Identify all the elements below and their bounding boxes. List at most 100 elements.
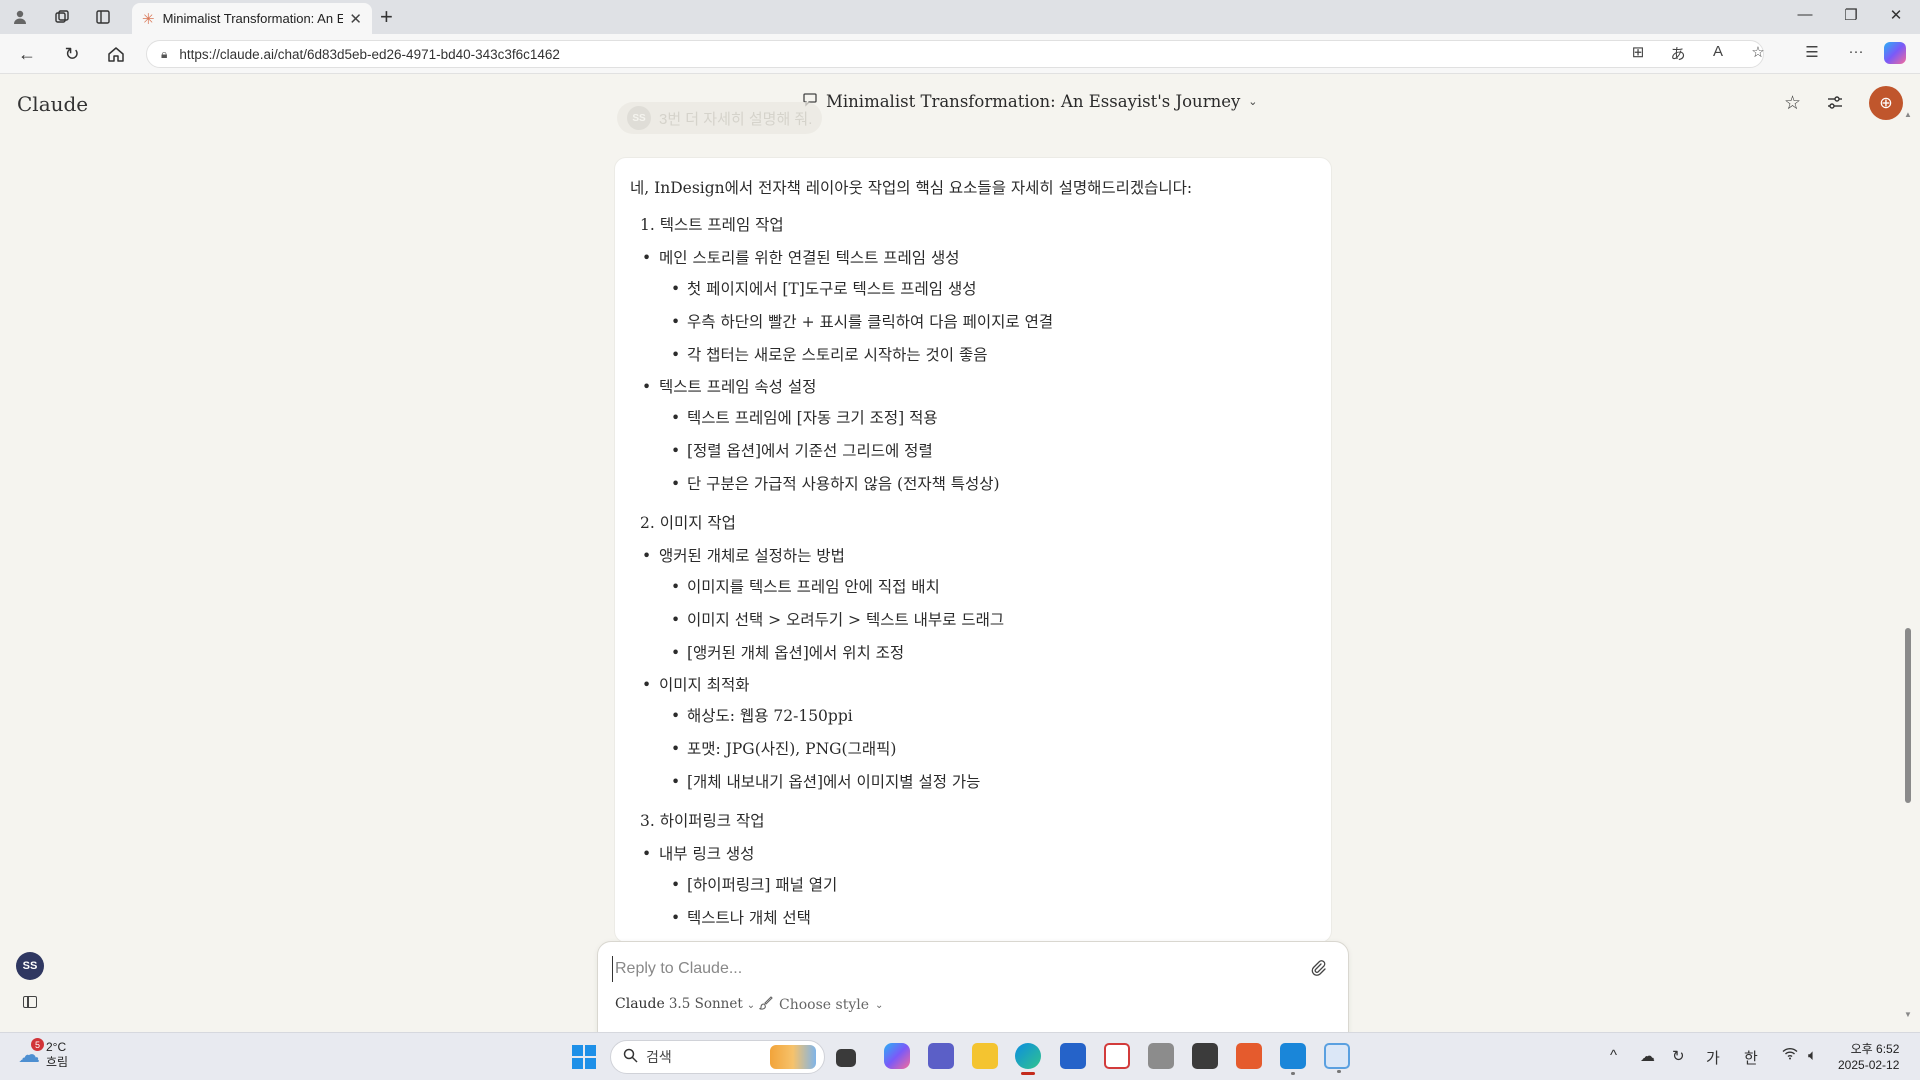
url-text: https://claude.ai/chat/6d83d5eb-ed26-497…	[179, 46, 560, 62]
windows-start-icon[interactable]	[572, 1045, 596, 1069]
taskbar-search[interactable]: 검색	[610, 1040, 825, 1074]
claude-favicon: ✳	[142, 10, 155, 28]
section-title: 1. 텍스트 프레임 작업	[640, 216, 784, 234]
style-selector[interactable]: Choose style ⌄	[758, 996, 884, 1014]
favorites-icon[interactable]: ☰	[1800, 43, 1824, 61]
list-subitem: 해상도: 웹용 72-150ppi	[630, 700, 1320, 733]
list-subitem: 이미지를 텍스트 프레임 안에 직접 배치	[630, 571, 1320, 604]
star-icon[interactable]: ☆	[1784, 92, 1801, 115]
copilot-icon[interactable]	[1884, 42, 1906, 64]
weather-badge: 5	[31, 1038, 44, 1051]
minimize-icon[interactable]: —	[1790, 6, 1820, 23]
clock-time: 오후 6:52	[1850, 1042, 1900, 1056]
chevron-down-icon: ⌄	[875, 999, 884, 1011]
previous-user-message: SS 3번 더 자세히 설명해 줘.	[617, 102, 823, 134]
read-aloud-icon[interactable]: A	[1706, 43, 1730, 60]
paperclip-icon[interactable]	[1310, 959, 1326, 982]
list-item: 앵커된 개체로 설정하는 방법	[630, 541, 1320, 571]
refresh-icon[interactable]: ↻	[60, 42, 84, 66]
tray-overflow-icon[interactable]: ^	[1610, 1047, 1617, 1064]
app-icon[interactable]	[1148, 1043, 1174, 1069]
list-subitem: 텍스트나 개체 선택	[630, 902, 1320, 935]
home-icon[interactable]	[104, 42, 128, 66]
tray-sync-icon[interactable]: ↻	[1672, 1047, 1685, 1065]
account-avatar[interactable]: SS	[16, 952, 44, 980]
weather-desc: 흐림	[46, 1055, 69, 1069]
new-chat-button[interactable]: ⊕	[1869, 86, 1903, 120]
close-tab-icon[interactable]: ✕	[349, 10, 362, 28]
weather-widget[interactable]: ☁ 5 2°C 흐림	[18, 1038, 69, 1070]
model-selector[interactable]: Claude 3.5 Sonnet ⌄	[615, 996, 755, 1012]
scroll-down-arrow[interactable]: ▼	[1904, 1010, 1912, 1019]
section-title: 3. 하이퍼링크 작업	[640, 812, 765, 830]
split-screen-icon[interactable]: ⊞	[1626, 43, 1650, 61]
workspaces-icon[interactable]	[50, 5, 74, 29]
list-subitem: [앵커된 개체 옵션]에서 위치 조정	[630, 637, 1320, 670]
file-explorer-icon[interactable]	[972, 1043, 998, 1069]
sidebar-toggle-icon[interactable]	[23, 996, 37, 1008]
windows-taskbar: ☁ 5 2°C 흐림 검색 ^ ☁ ↻ 가 한 🔈︎ 오후 6:52 2025-0…	[0, 1032, 1920, 1080]
list-subitem: [개체 내보내기 옵션]에서 이미지별 설정 가능	[630, 766, 1320, 799]
list-item: 내부 링크 생성	[630, 839, 1320, 869]
brave-icon[interactable]	[1236, 1043, 1262, 1069]
settings-sliders-icon[interactable]	[1826, 95, 1844, 115]
message-intro: 네, InDesign에서 전자책 레이아웃 작업의 핵심 요소들을 자세히 설…	[630, 179, 1193, 197]
browser-tab-active[interactable]: ✳ Minimalist Transformation: An Ess ✕	[132, 3, 372, 34]
style-label: Choose style	[779, 997, 869, 1013]
model-version: 3.5 Sonnet	[668, 996, 743, 1012]
snipping-tool-icon[interactable]	[1324, 1043, 1350, 1073]
favorite-star-icon[interactable]: ☆	[1746, 43, 1770, 61]
page-scrollbar[interactable]	[1902, 110, 1914, 1020]
edge-icon[interactable]	[1015, 1043, 1041, 1075]
scrollbar-thumb[interactable]	[1905, 628, 1911, 803]
tray-cloud-icon[interactable]: ☁	[1640, 1047, 1655, 1065]
restore-icon[interactable]: ❐	[1836, 6, 1866, 24]
site-info-icon[interactable]: 🔒︎	[161, 47, 167, 62]
ime-mode-1[interactable]: 가	[1706, 1047, 1720, 1068]
close-window-icon[interactable]: ✕	[1881, 6, 1911, 24]
back-icon[interactable]: ←	[15, 42, 39, 66]
user-avatar: SS	[627, 106, 651, 130]
claude-logo[interactable]: Claude	[17, 92, 88, 116]
brush-icon	[758, 996, 773, 1014]
list-subitem: 각 챕터는 새로운 스토리로 시작하는 것이 좋음	[630, 339, 1320, 372]
teams-icon[interactable]	[928, 1043, 954, 1069]
cloud-icon: ☁ 5	[18, 1038, 44, 1068]
reply-input[interactable]	[612, 956, 1252, 982]
list-subitem: 첫 페이지에서 [T]도구로 텍스트 프레임 생성	[630, 273, 1320, 306]
volume-icon[interactable]: 🔈︎	[1808, 1047, 1817, 1064]
more-icon[interactable]: ···	[1844, 43, 1868, 60]
assistant-message-content: 네, InDesign에서 전자책 레이아웃 작업의 핵심 요소들을 자세히 설…	[630, 170, 1320, 942]
section-title: 2. 이미지 작업	[640, 514, 736, 532]
list-subitem: [정렬 옵션]에서 기준선 그리드에 정렬	[630, 435, 1320, 468]
wifi-icon[interactable]	[1782, 1047, 1798, 1064]
list-item: 이미지 최적화	[630, 670, 1320, 700]
browser-toolbar: ← ↻ 🔒︎ https://claude.ai/chat/6d83d5eb-e…	[0, 34, 1920, 74]
scroll-up-arrow[interactable]: ▲	[1904, 110, 1912, 119]
task-view-icon[interactable]	[836, 1049, 856, 1067]
list-subitem: 단 구분은 가급적 사용하지 않음 (전자책 특성상)	[630, 468, 1320, 501]
app-icon-blue[interactable]	[1280, 1043, 1306, 1075]
tab-actions-icon[interactable]	[91, 5, 115, 29]
copilot-app-icon[interactable]	[884, 1043, 910, 1069]
taskbar-clock[interactable]: 오후 6:52 2025-02-12	[1838, 1041, 1899, 1073]
capture-app-icon[interactable]	[1192, 1043, 1218, 1069]
new-tab-icon[interactable]: +	[380, 4, 393, 30]
translate-icon[interactable]: あ	[1666, 43, 1690, 64]
search-placeholder: 검색	[646, 1049, 672, 1065]
address-bar[interactable]: 🔒︎ https://claude.ai/chat/6d83d5eb-ed26-…	[146, 40, 1764, 68]
conversation-title-button[interactable]: Minimalist Transformation: An Essayist's…	[802, 91, 1258, 111]
profile-icon[interactable]	[8, 5, 32, 29]
sync-app-icon[interactable]	[1104, 1043, 1130, 1069]
search-icon	[623, 1048, 638, 1066]
clock-date: 2025-02-12	[1838, 1058, 1900, 1072]
ime-mode-2[interactable]: 한	[1744, 1047, 1758, 1068]
assistant-message: 네, InDesign에서 전자책 레이아웃 작업의 핵심 요소들을 자세히 설…	[614, 157, 1332, 943]
conversation-title: Minimalist Transformation: An Essayist's…	[826, 91, 1241, 111]
list-subitem: 포맷: JPG(사진), PNG(그래픽)	[630, 733, 1320, 766]
browser-tab-strip: ✳ Minimalist Transformation: An Ess ✕ + …	[0, 0, 1920, 34]
store-icon[interactable]	[1060, 1043, 1086, 1069]
list-item: 메인 스토리를 위한 연결된 텍스트 프레임 생성	[630, 243, 1320, 273]
tab-title: Minimalist Transformation: An Ess	[162, 11, 344, 26]
list-subitem: 우측 하단의 빨간 + 표시를 클릭하여 다음 페이지로 연결	[630, 306, 1320, 339]
